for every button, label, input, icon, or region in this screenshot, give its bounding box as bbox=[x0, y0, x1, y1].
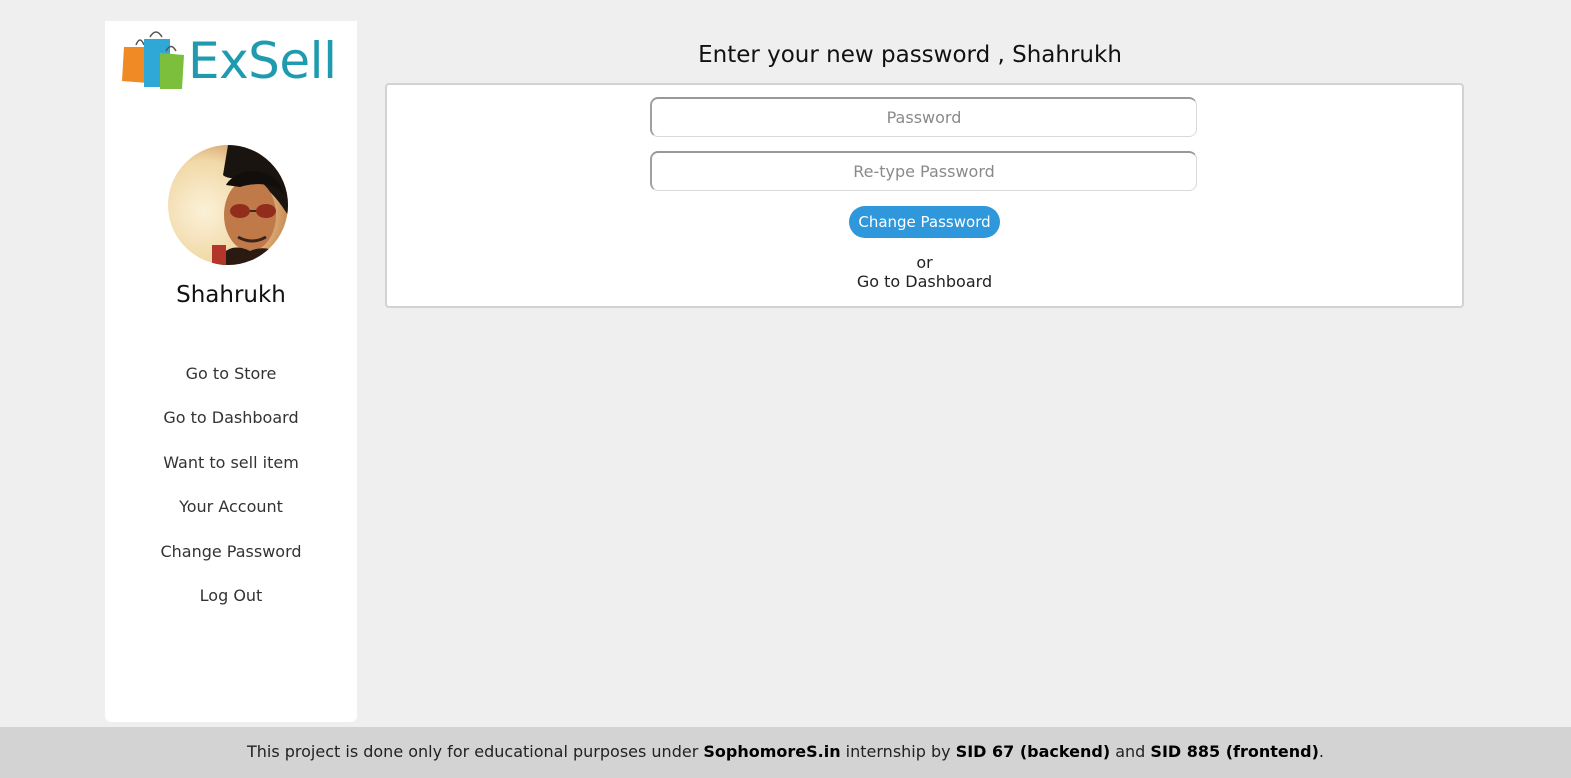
change-password-panel: Change Password or Go to Dashboard bbox=[385, 83, 1464, 308]
footer-text: . bbox=[1318, 742, 1325, 761]
sidebar-item-log-out[interactable]: Log Out bbox=[105, 585, 357, 629]
page-title: Enter your new password , Shahrukh bbox=[698, 42, 1122, 68]
brand-logo[interactable]: ExSell bbox=[108, 29, 353, 93]
brand-name: ExSell bbox=[188, 32, 337, 90]
user-name: Shahrukh bbox=[176, 282, 286, 308]
footer: This project is done only for educationa… bbox=[0, 727, 1571, 778]
footer-text: internship by bbox=[840, 742, 956, 761]
footer-site-link[interactable]: SophomoreS.in bbox=[703, 742, 840, 761]
or-separator: or bbox=[916, 253, 933, 272]
password-field[interactable] bbox=[650, 97, 1197, 137]
footer-sid-frontend: SID 885 (frontend) bbox=[1150, 742, 1319, 761]
avatar bbox=[168, 145, 288, 265]
sidebar: ExSell Shahrukh Go to Store Go to Dashbo… bbox=[105, 21, 357, 722]
sidebar-item-sell-item[interactable]: Want to sell item bbox=[105, 452, 357, 496]
retype-password-field[interactable] bbox=[650, 151, 1197, 191]
user-photo bbox=[168, 145, 288, 265]
footer-text: This project is done only for educationa… bbox=[246, 742, 704, 761]
sidebar-item-go-to-store[interactable]: Go to Store bbox=[105, 363, 357, 407]
sidebar-nav: Go to Store Go to Dashboard Want to sell… bbox=[105, 363, 357, 629]
footer-text: and bbox=[1110, 742, 1151, 761]
go-to-dashboard-link[interactable]: Go to Dashboard bbox=[387, 272, 1462, 291]
sidebar-item-your-account[interactable]: Your Account bbox=[105, 496, 357, 540]
sidebar-item-go-to-dashboard[interactable]: Go to Dashboard bbox=[105, 407, 357, 451]
footer-sid-backend: SID 67 (backend) bbox=[955, 742, 1111, 761]
shopping-bags-icon bbox=[122, 31, 184, 89]
change-password-button[interactable]: Change Password bbox=[849, 206, 1000, 238]
sidebar-item-change-password[interactable]: Change Password bbox=[105, 541, 357, 585]
